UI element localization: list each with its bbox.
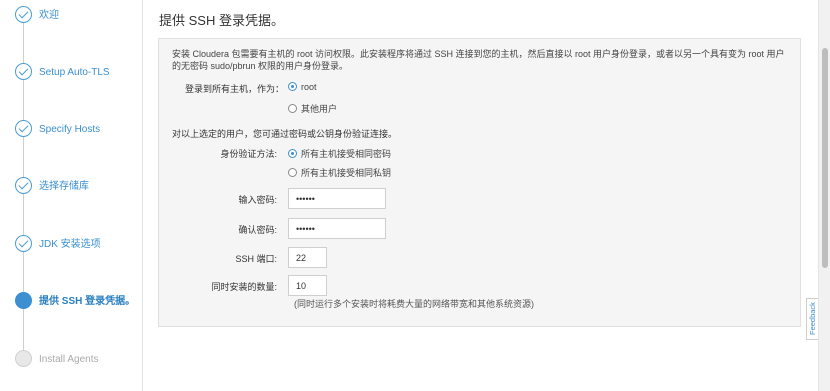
ssh-port-field[interactable]: 22: [288, 247, 327, 268]
auth-note: 对以上选定的用户，您可通过密码或公钥身份验证连接。: [172, 129, 398, 139]
concurrent-installs-field[interactable]: 10: [288, 275, 327, 296]
check-icon: [15, 120, 32, 137]
step-ssh-credentials[interactable]: 提供 SSH 登录凭据。: [0, 292, 143, 332]
step-install-agents: Install Agents: [0, 350, 143, 390]
main-content: 提供 SSH 登录凭据。 安装 Cloudera 包需要有主机的 root 访问…: [143, 0, 808, 391]
check-icon: [15, 177, 32, 194]
credentials-panel: 安装 Cloudera 包需要有主机的 root 访问权限。此安装程序将通过 S…: [158, 38, 801, 327]
step-label: 选择存储库: [39, 181, 89, 192]
step-welcome[interactable]: 欢迎: [0, 6, 143, 46]
login-other-user-radio[interactable]: 其他用户: [288, 102, 337, 115]
step-label: Install Agents: [39, 354, 99, 365]
check-icon: [15, 235, 32, 252]
confirm-password-field[interactable]: ••••••: [288, 218, 386, 239]
login-as-label: 登录到所有主机，作为：: [184, 84, 284, 94]
radio-icon: [288, 104, 297, 113]
step-label: JDK 安装选项: [39, 239, 101, 250]
wizard-sidebar: 欢迎 Setup Auto-TLS Specify Hosts 选择存储库 JD…: [0, 0, 143, 391]
scrollbar-thumb[interactable]: [822, 48, 828, 268]
ssh-port-label: SSH 端口:: [235, 254, 277, 264]
auth-method-label: 身份验证方法:: [220, 149, 277, 159]
step-specify-hosts[interactable]: Specify Hosts: [0, 120, 143, 160]
confirm-password-label: 确认密码:: [238, 225, 277, 235]
vertical-scrollbar[interactable]: [818, 0, 830, 391]
radio-selected-icon: [288, 82, 297, 91]
login-root-radio[interactable]: root: [288, 82, 317, 92]
password-field[interactable]: ••••••: [288, 188, 386, 209]
pending-step-indicator: [15, 350, 32, 367]
step-select-repository[interactable]: 选择存储库: [0, 177, 143, 217]
auth-same-password-radio[interactable]: 所有主机接受相同密码: [288, 147, 391, 160]
intro-text: 安装 Cloudera 包需要有主机的 root 访问权限。此安装程序将通过 S…: [172, 49, 785, 71]
current-step-indicator: [15, 292, 32, 309]
password-label: 输入密码:: [238, 195, 277, 205]
concurrent-installs-hint: (同时运行多个安装时将耗费大量的网络带宽和其他系统资源): [294, 299, 534, 309]
step-label: 欢迎: [39, 10, 59, 21]
step-setup-auto-tls[interactable]: Setup Auto-TLS: [0, 63, 143, 103]
page-title: 提供 SSH 登录凭据。: [159, 13, 284, 28]
auth-same-private-key-radio[interactable]: 所有主机接受相同私钥: [288, 166, 391, 179]
step-jdk-options[interactable]: JDK 安装选项: [0, 235, 143, 275]
concurrent-installs-label: 同时安装的数量:: [211, 282, 277, 292]
radio-selected-icon: [288, 149, 297, 158]
radio-icon: [288, 168, 297, 177]
check-icon: [15, 63, 32, 80]
check-icon: [15, 6, 32, 23]
step-label: 提供 SSH 登录凭据。: [39, 296, 136, 307]
step-label: Setup Auto-TLS: [39, 67, 110, 78]
step-label: Specify Hosts: [39, 124, 101, 135]
